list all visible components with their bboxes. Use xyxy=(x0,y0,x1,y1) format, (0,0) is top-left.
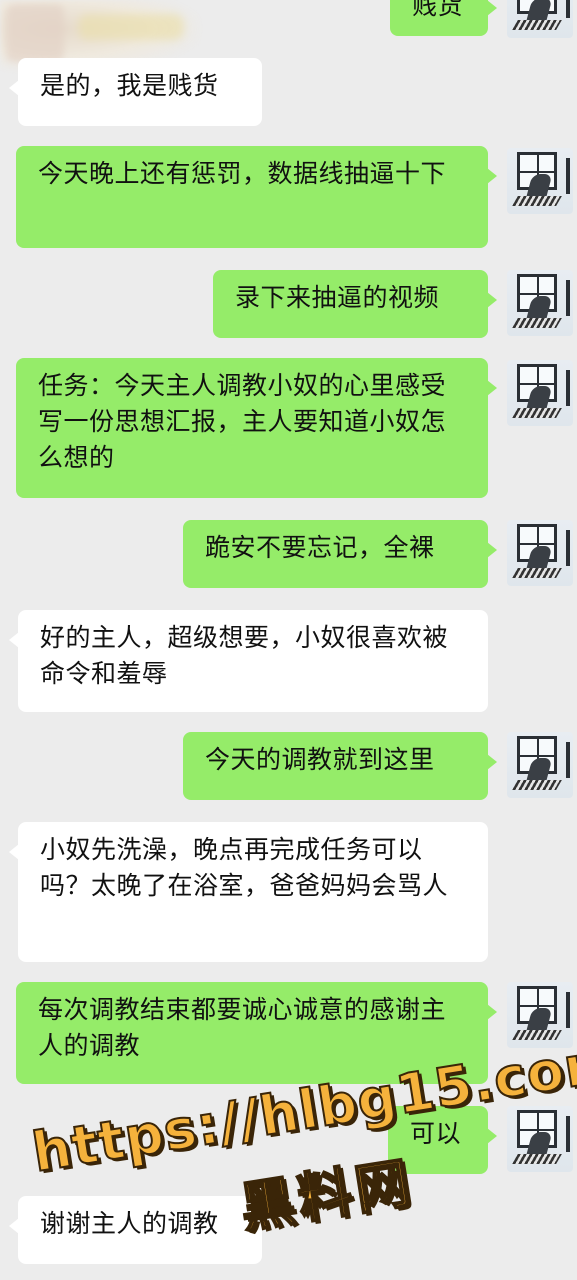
my-avatar[interactable] xyxy=(507,0,573,38)
message-text: 跪安不要忘记，全裸 xyxy=(205,533,435,562)
message-text: 今天晚上还有惩罚，数据线抽逼十下 xyxy=(38,159,447,188)
my-avatar[interactable] xyxy=(507,148,573,214)
message-bubble-received[interactable]: 谢谢主人的调教 xyxy=(9,1196,262,1264)
my-avatar[interactable] xyxy=(507,1106,573,1172)
message-text: 每次调教结束都要诚心诚意的感谢主人的调教 xyxy=(38,995,447,1060)
message-text: 是的，我是贱货 xyxy=(40,71,219,100)
message-bubble-received[interactable]: 是的，我是贱货 xyxy=(9,58,262,126)
message-text: 谢谢主人的调教 xyxy=(40,1209,219,1238)
watermark-site-name: 黑料网 xyxy=(235,1150,419,1241)
my-avatar[interactable] xyxy=(507,360,573,426)
message-bubble-sent[interactable]: 录下来抽逼的视频 xyxy=(213,270,497,338)
message-bubble-sent[interactable]: 任务：今天主人调教小奴的心里感受写一份思想汇报，主人要知道小奴怎么想的 xyxy=(16,358,497,498)
my-avatar[interactable] xyxy=(507,520,573,586)
message-bubble-sent[interactable]: 今天晚上还有惩罚，数据线抽逼十下 xyxy=(16,146,497,248)
blurred-name xyxy=(78,14,184,40)
message-bubble-sent[interactable]: 贱货 xyxy=(390,0,497,36)
message-text: 录下来抽逼的视频 xyxy=(235,283,440,312)
message-text: 小奴先洗澡，晚点再完成任务可以吗？太晚了在浴室，爸爸妈妈会骂人 xyxy=(40,835,449,900)
my-avatar[interactable] xyxy=(507,732,573,798)
message-bubble-sent[interactable]: 跪安不要忘记，全裸 xyxy=(183,520,497,588)
message-bubble-received[interactable]: 好的主人，超级想要，小奴很喜欢被命令和羞辱 xyxy=(9,610,488,712)
blurred-avatar xyxy=(6,4,64,62)
my-avatar[interactable] xyxy=(507,270,573,336)
message-text: 贱货 xyxy=(412,0,464,20)
message-text: 任务：今天主人调教小奴的心里感受写一份思想汇报，主人要知道小奴怎么想的 xyxy=(38,371,447,472)
message-text: 好的主人，超级想要，小奴很喜欢被命令和羞辱 xyxy=(40,623,449,688)
message-bubble-received[interactable]: 小奴先洗澡，晚点再完成任务可以吗？太晚了在浴室，爸爸妈妈会骂人 xyxy=(9,822,488,962)
message-text: 今天的调教就到这里 xyxy=(205,745,435,774)
message-bubble-sent[interactable]: 今天的调教就到这里 xyxy=(183,732,497,800)
